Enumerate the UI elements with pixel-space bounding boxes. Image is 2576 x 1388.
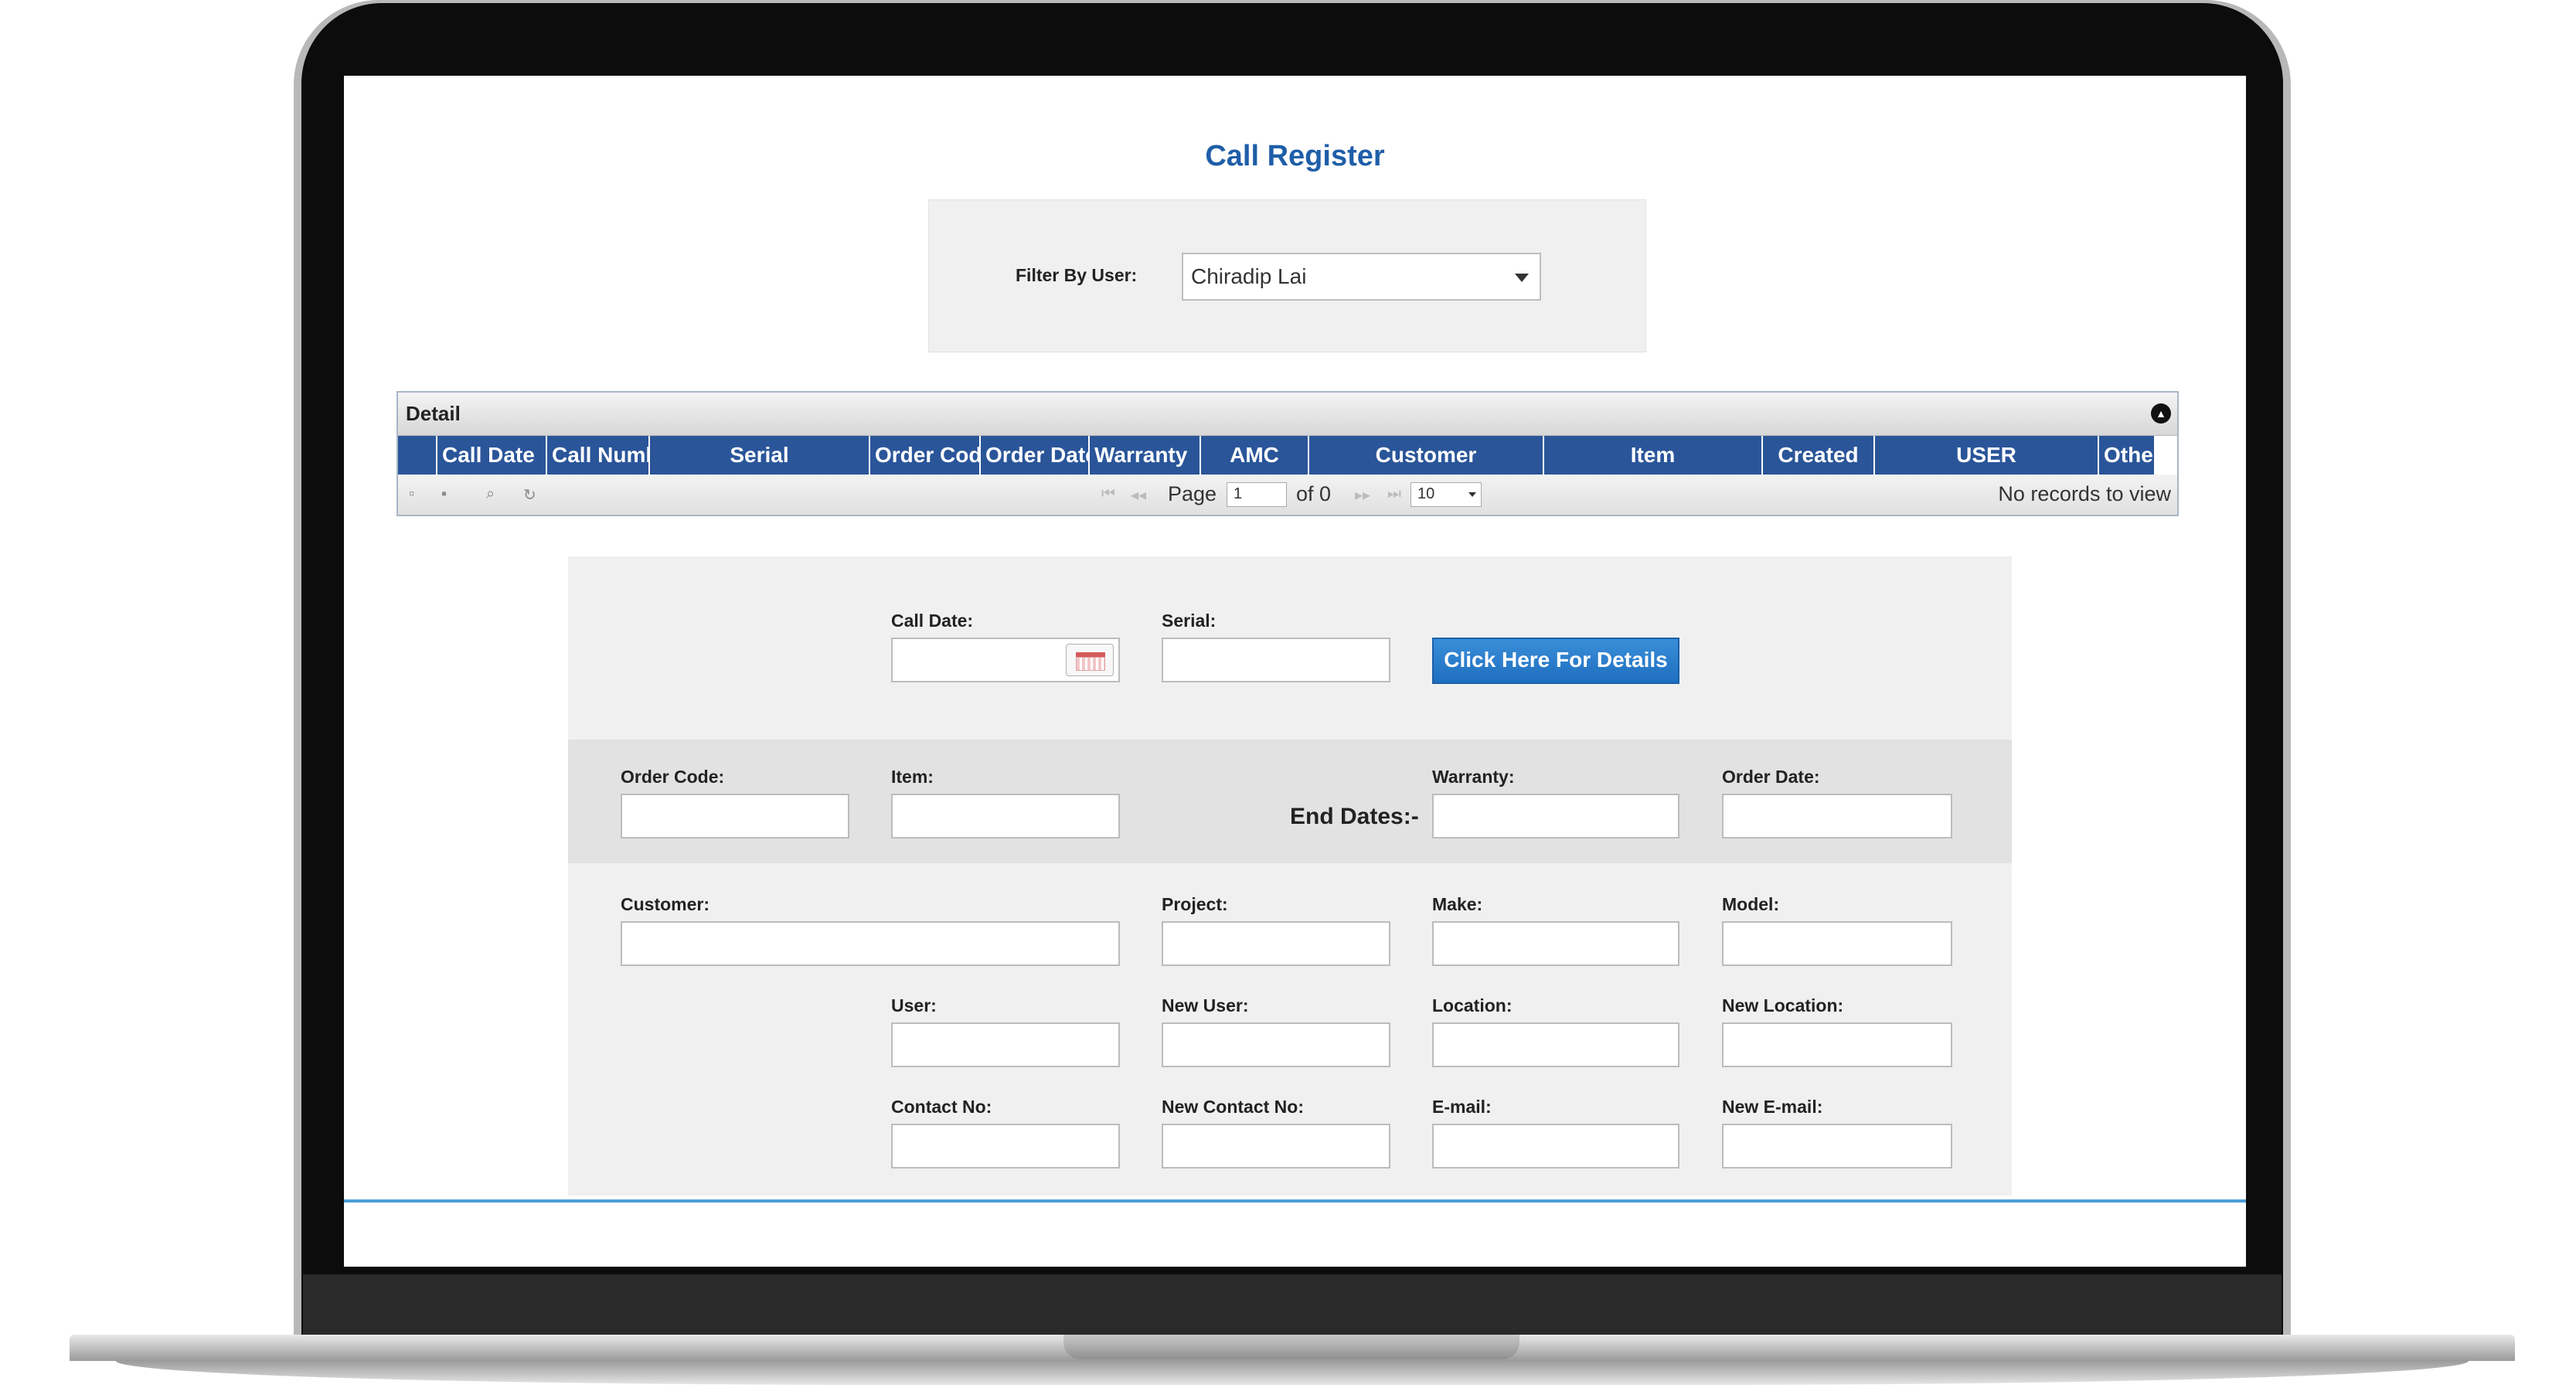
- filter-user-select-value: Chiradip Lai: [1191, 264, 1307, 288]
- filter-user-select[interactable]: Chiradip Lai: [1182, 253, 1541, 301]
- rows-per-page-value: 10: [1417, 485, 1435, 502]
- footer-divider: [344, 1199, 2246, 1203]
- chevron-down-icon: [1468, 492, 1476, 497]
- project-label: Project:: [1162, 894, 1228, 914]
- grid-header-amc[interactable]: AMC: [1201, 436, 1309, 475]
- new-contact-no-label: New Contact No:: [1162, 1097, 1304, 1117]
- chevron-down-icon: [1515, 274, 1529, 282]
- customer-label: Customer:: [621, 894, 710, 914]
- order-code-label: Order Code:: [621, 767, 725, 787]
- order-date-label: Order Date:: [1722, 767, 1820, 787]
- serial-label: Serial:: [1162, 611, 1217, 631]
- grid-header-row: Call Date Call Number Serial Order Code …: [398, 436, 2177, 475]
- make-label: Make:: [1432, 894, 1483, 914]
- grid-header-serial[interactable]: Serial: [650, 436, 870, 475]
- item-input[interactable]: [891, 794, 1120, 839]
- location-input[interactable]: [1432, 1022, 1679, 1067]
- new-location-label: New Location:: [1722, 995, 1844, 1015]
- user-label: User:: [891, 995, 937, 1015]
- laptop-hinge: [303, 1274, 2282, 1335]
- grid-header-call-number[interactable]: Call Number: [547, 436, 650, 475]
- grid-header-item[interactable]: Item: [1544, 436, 1763, 475]
- add-record-icon[interactable]: ▫: [409, 485, 414, 503]
- make-input[interactable]: [1432, 921, 1679, 966]
- grid-header-others[interactable]: Others: [2099, 436, 2154, 475]
- contact-no-input[interactable]: [891, 1124, 1120, 1169]
- project-input[interactable]: [1162, 921, 1390, 966]
- screen: Call Register Filter By User: Chiradip L…: [344, 76, 2246, 1267]
- serial-input[interactable]: [1162, 638, 1390, 682]
- user-input[interactable]: [891, 1022, 1120, 1067]
- location-label: Location:: [1432, 995, 1513, 1015]
- grid-header-call-date[interactable]: Call Date: [437, 436, 547, 475]
- grid-header-rownum: [398, 436, 437, 475]
- call-date-input[interactable]: [891, 638, 1120, 682]
- grid-header-scroll-gap: [2154, 436, 2177, 475]
- no-records-text: No records to view: [1998, 482, 2171, 505]
- laptop-opening-notch: [1063, 1335, 1519, 1359]
- new-user-label: New User:: [1162, 995, 1249, 1015]
- form-section-customer: Customer: Project: Make: Model: User: Ne…: [568, 863, 2012, 1196]
- form-section-order: Order Code: Item: End Dates:- Warranty: …: [568, 740, 2012, 863]
- refresh-icon[interactable]: ↻: [523, 485, 536, 505]
- pager-of-label: of 0: [1296, 482, 1332, 505]
- model-label: Model:: [1722, 894, 1780, 914]
- trash-icon[interactable]: ▪: [441, 485, 447, 503]
- laptop-base-underside: [116, 1361, 2469, 1385]
- rows-per-page-select[interactable]: 10: [1411, 482, 1482, 507]
- item-label: Item:: [891, 767, 934, 787]
- form-section-top: Call Date: Serial: Click Here For Detail…: [568, 556, 2012, 740]
- page-title: Call Register: [1205, 140, 1385, 172]
- warranty-label: Warranty:: [1432, 767, 1515, 787]
- grid-header-customer[interactable]: Customer: [1309, 436, 1544, 475]
- order-date-input[interactable]: [1722, 794, 1952, 839]
- model-input[interactable]: [1722, 921, 1952, 966]
- grid-header-order-code[interactable]: Order Code: [870, 436, 981, 475]
- filter-by-user-label: Filter By User:: [1016, 265, 1138, 285]
- new-email-input[interactable]: [1722, 1124, 1952, 1169]
- first-page-icon[interactable]: ⏮: [1101, 485, 1115, 503]
- grid-caption-bar: Detail ▲: [398, 393, 2177, 436]
- detail-grid: Detail ▲ Call Date Call Number Serial Or…: [396, 391, 2179, 516]
- filter-panel: Filter By User: Chiradip Lai: [928, 199, 1646, 352]
- new-contact-no-input[interactable]: [1162, 1124, 1390, 1169]
- customer-input[interactable]: [621, 921, 1120, 966]
- email-input[interactable]: [1432, 1124, 1679, 1169]
- order-code-input[interactable]: [621, 794, 849, 839]
- search-icon[interactable]: ⌕: [486, 485, 495, 503]
- next-page-icon[interactable]: ▸▸: [1355, 485, 1370, 505]
- grid-pager: ▫ ▪ ⌕ ↻ ⏮ ◂◂ Page 1 of 0 ▸▸ ⏭ 10 No reco…: [398, 475, 2177, 515]
- prev-page-icon[interactable]: ◂◂: [1131, 485, 1146, 505]
- grid-caption: Detail: [406, 402, 461, 425]
- grid-header-created[interactable]: Created: [1763, 436, 1875, 475]
- details-button[interactable]: Click Here For Details: [1432, 638, 1679, 684]
- new-email-label: New E-mail:: [1722, 1097, 1823, 1117]
- calendar-icon[interactable]: [1066, 644, 1114, 676]
- grid-header-user[interactable]: USER: [1875, 436, 2099, 475]
- end-dates-label: End Dates:-: [1290, 804, 1419, 829]
- email-label: E-mail:: [1432, 1097, 1492, 1117]
- grid-header-warranty[interactable]: Warranty: [1090, 436, 1201, 475]
- collapse-icon[interactable]: ▲: [2151, 403, 2171, 424]
- grid-header-order-date[interactable]: Order Date: [981, 436, 1090, 475]
- call-date-label: Call Date:: [891, 611, 974, 631]
- pager-page-label: Page: [1168, 482, 1217, 505]
- warranty-input[interactable]: [1432, 794, 1679, 839]
- page-number-input[interactable]: 1: [1227, 482, 1287, 507]
- new-location-input[interactable]: [1722, 1022, 1952, 1067]
- last-page-icon[interactable]: ⏭: [1387, 485, 1401, 503]
- new-user-input[interactable]: [1162, 1022, 1390, 1067]
- contact-no-label: Contact No:: [891, 1097, 992, 1117]
